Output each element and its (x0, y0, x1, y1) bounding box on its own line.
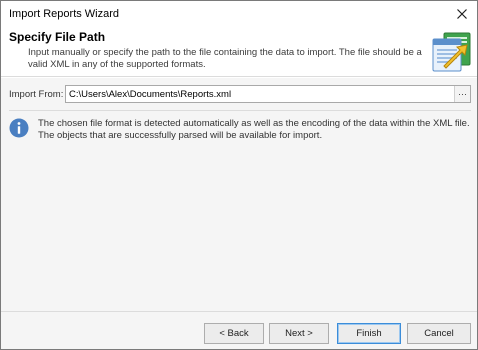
title-bar: Import Reports Wizard (1, 1, 477, 27)
ellipsis-icon: ··· (458, 89, 467, 99)
wizard-footer: < Back Next > Finish Cancel (1, 311, 477, 349)
close-icon (457, 9, 467, 19)
file-path-field: ··· (65, 85, 471, 103)
page-description: Input manually or specify the path to th… (28, 47, 422, 70)
import-from-label: Import From: (9, 89, 64, 100)
wizard-body: Import From: ··· The chosen file format … (1, 78, 477, 311)
cancel-button[interactable]: Cancel (407, 323, 471, 344)
page-title: Specify File Path (9, 30, 106, 44)
divider (9, 110, 471, 111)
window-title: Import Reports Wizard (9, 8, 120, 20)
file-path-input[interactable] (66, 86, 454, 102)
wizard-header: Specify File Path Input manually or spec… (1, 27, 477, 77)
info-message: The chosen file format is detected autom… (38, 118, 470, 141)
browse-button[interactable]: ··· (454, 86, 470, 102)
wizard-window: Import Reports Wizard Specify File Path … (0, 0, 478, 350)
close-button[interactable] (447, 1, 477, 27)
report-import-icon (432, 32, 471, 72)
back-button[interactable]: < Back (204, 323, 264, 344)
next-button[interactable]: Next > (269, 323, 329, 344)
finish-button[interactable]: Finish (337, 323, 401, 344)
info-icon (9, 118, 29, 138)
